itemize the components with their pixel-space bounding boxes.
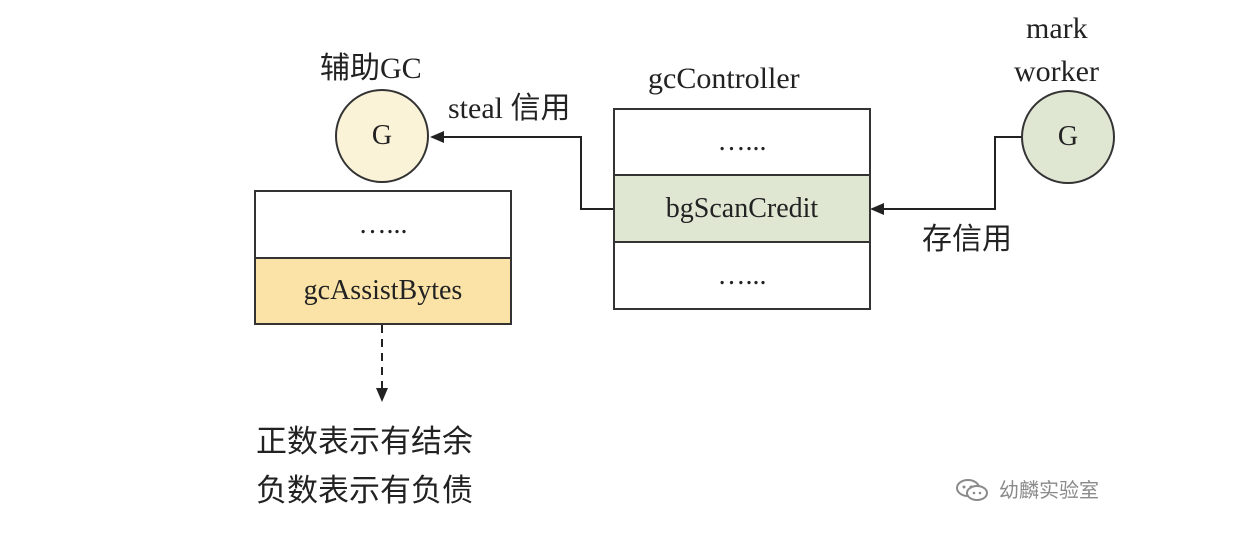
gc-controller-cell-bottom: …...: [613, 241, 871, 310]
note-line-negative: 负数表示有负债: [256, 473, 473, 508]
watermark-text: 幼麟实验室: [999, 478, 1099, 502]
gc-assist-bytes-cell: gcAssistBytes: [254, 257, 512, 325]
wechat-icon: [955, 478, 989, 502]
deposit-credit-label: 存信用: [922, 223, 1012, 256]
steal-credit-label: steal 信用: [448, 92, 571, 125]
watermark: 幼麟实验室: [955, 478, 1099, 502]
note-line-positive: 正数表示有结余: [256, 424, 473, 459]
assist-gc-node: G: [335, 89, 429, 183]
mark-worker-label-line1: mark: [1026, 12, 1088, 45]
mark-worker-node: G: [1021, 90, 1115, 184]
assist-gc-label: 辅助GC: [320, 52, 422, 85]
g-struct-cell-top: …...: [254, 190, 512, 259]
deposit-arrow: [870, 136, 1022, 215]
mark-worker-label-line2: worker: [1014, 55, 1099, 88]
bg-scan-credit-cell: bgScanCredit: [613, 174, 871, 243]
gc-controller-title: gcController: [648, 62, 800, 95]
gc-controller-cell-top: …...: [613, 108, 871, 176]
